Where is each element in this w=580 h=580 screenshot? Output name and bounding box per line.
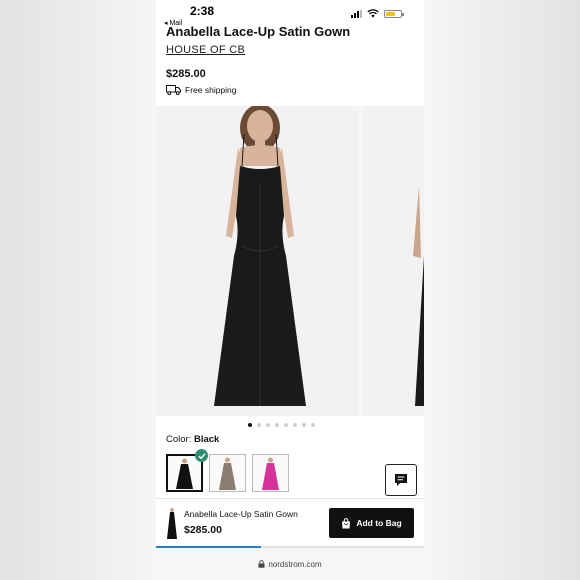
brand-link[interactable]: HOUSE OF CB xyxy=(166,44,245,56)
product-photo-main[interactable] xyxy=(156,104,359,416)
browser-url-bar[interactable]: nordstrom.com xyxy=(156,548,424,580)
color-label: Color: xyxy=(166,434,192,445)
chat-icon xyxy=(395,474,407,486)
swatch-black-image xyxy=(176,458,193,489)
phone-screen: 2:38 ◂ Mail Anabella Lace-Up Satin Gown … xyxy=(156,0,424,580)
product-title: Anabella Lace-Up Satin Gown xyxy=(166,24,351,39)
product-price: $285.00 xyxy=(166,68,206,80)
gallery-dot[interactable] xyxy=(275,423,279,427)
product-image-gallery[interactable] xyxy=(156,104,424,416)
add-to-bag-button[interactable]: Add to Bag xyxy=(329,508,414,538)
swatch-pink[interactable] xyxy=(252,454,289,492)
sticky-add-to-bag-bar: Anabella Lace-Up Satin Gown $285.00 Add … xyxy=(156,498,424,547)
status-icons xyxy=(351,9,404,18)
selected-check-icon xyxy=(195,449,208,462)
wifi-icon xyxy=(367,9,379,18)
sticky-product-name: Anabella Lace-Up Satin Gown xyxy=(184,509,298,519)
product-photo-next[interactable] xyxy=(363,106,424,416)
color-swatches xyxy=(166,449,289,492)
swatch-taupe[interactable] xyxy=(209,454,246,492)
background-left xyxy=(0,0,156,580)
shipping-label: Free shipping xyxy=(185,85,237,95)
product-thumbnail xyxy=(167,508,177,539)
swatch-black[interactable] xyxy=(166,449,208,492)
gown-model-image xyxy=(214,104,306,406)
shopping-bag-icon xyxy=(342,517,351,528)
color-selector-label: Color: Black xyxy=(166,434,219,445)
gallery-dot[interactable] xyxy=(248,423,252,427)
chat-button[interactable] xyxy=(385,464,417,496)
gallery-dot[interactable] xyxy=(266,423,270,427)
sticky-product-price: $285.00 xyxy=(184,524,222,536)
background-right xyxy=(424,0,580,580)
gallery-pagination[interactable] xyxy=(248,423,315,427)
gallery-dot[interactable] xyxy=(302,423,306,427)
battery-icon xyxy=(384,9,404,18)
url-text: nordstrom.com xyxy=(268,559,322,569)
gown-model-image-partial xyxy=(413,186,424,406)
truck-icon xyxy=(166,85,181,95)
gallery-dot[interactable] xyxy=(257,423,261,427)
lock-icon xyxy=(258,560,265,568)
shipping-info: Free shipping xyxy=(166,85,237,95)
gallery-dot[interactable] xyxy=(311,423,315,427)
swatch-taupe-image xyxy=(219,457,236,490)
swatch-pink-image xyxy=(262,457,279,490)
signal-icon xyxy=(351,9,362,18)
selected-color-name: Black xyxy=(193,434,220,445)
add-to-bag-label: Add to Bag xyxy=(356,518,402,528)
gallery-dot[interactable] xyxy=(284,423,288,427)
gallery-dot[interactable] xyxy=(293,423,297,427)
status-time: 2:38 xyxy=(190,4,215,18)
